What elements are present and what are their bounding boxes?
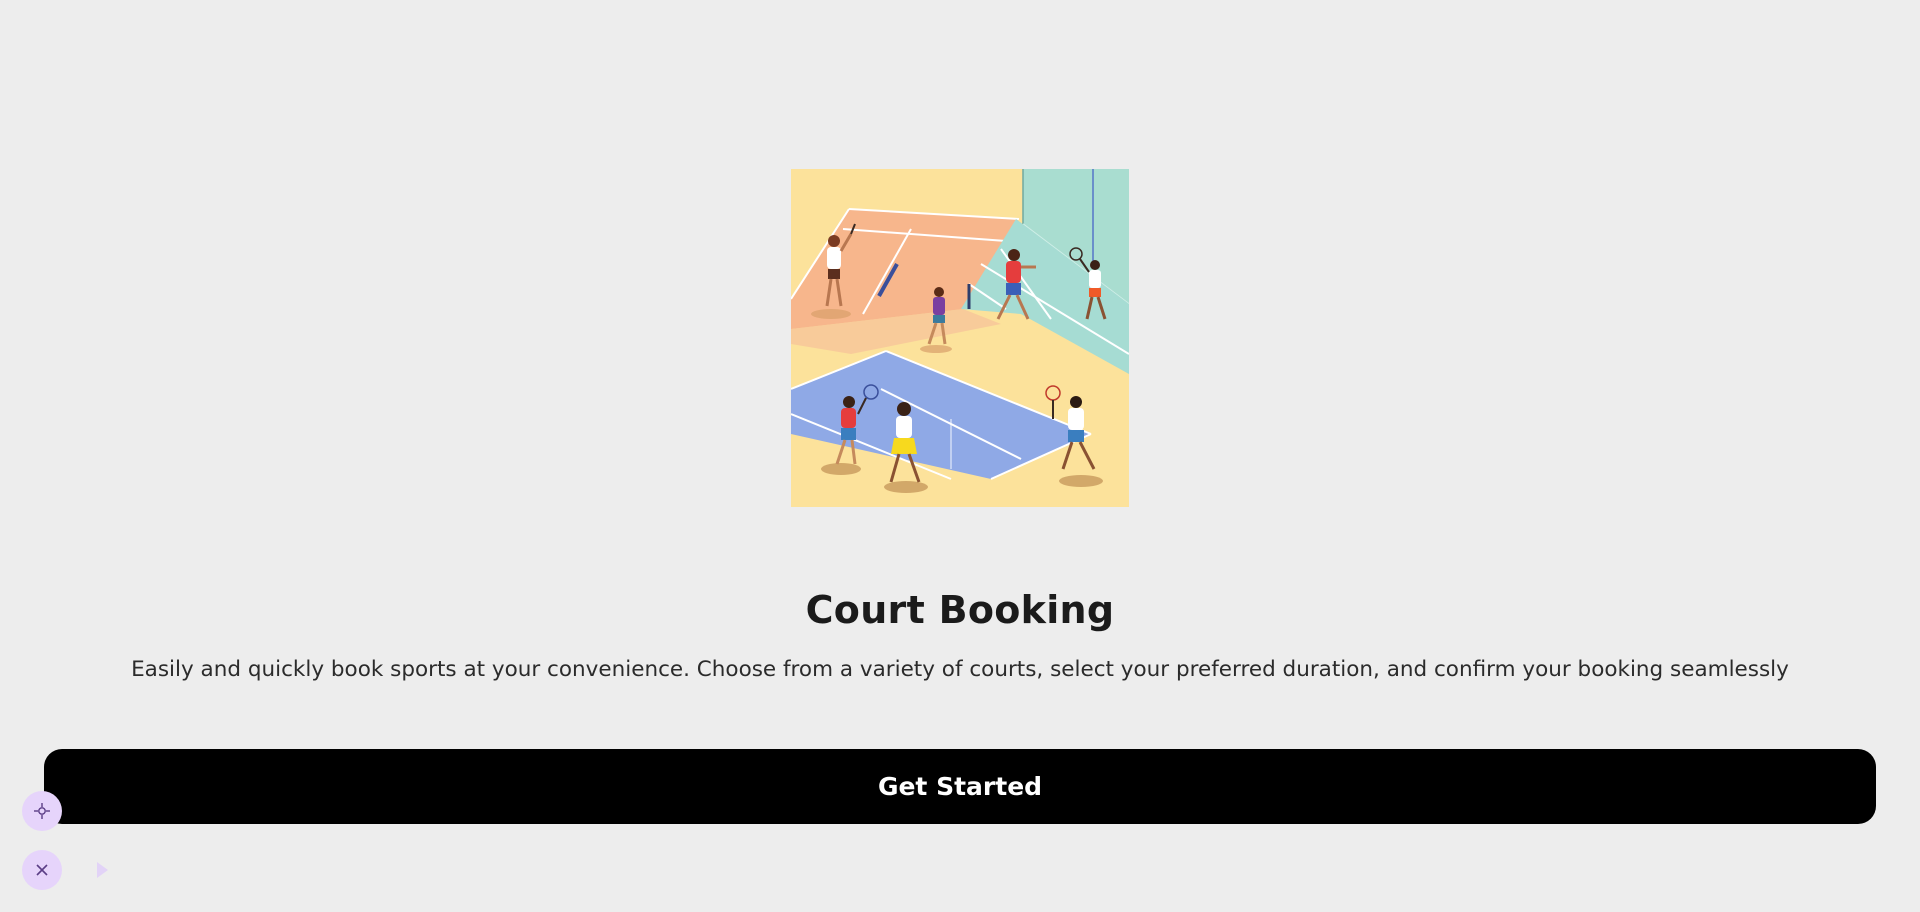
close-icon — [36, 864, 48, 876]
page-title: Court Booking — [805, 588, 1115, 632]
crosshair-button[interactable] — [22, 791, 62, 831]
onboarding-screen: Court Booking Easily and quickly book sp… — [0, 0, 1920, 912]
page-description: Easily and quickly book sports at your c… — [131, 657, 1789, 682]
hero-illustration — [791, 169, 1129, 507]
close-button[interactable] — [22, 850, 62, 890]
play-icon[interactable] — [97, 862, 108, 878]
get-started-button[interactable]: Get Started — [44, 749, 1876, 824]
crosshair-icon — [34, 803, 50, 819]
tennis-courts-illustration — [791, 169, 1129, 507]
